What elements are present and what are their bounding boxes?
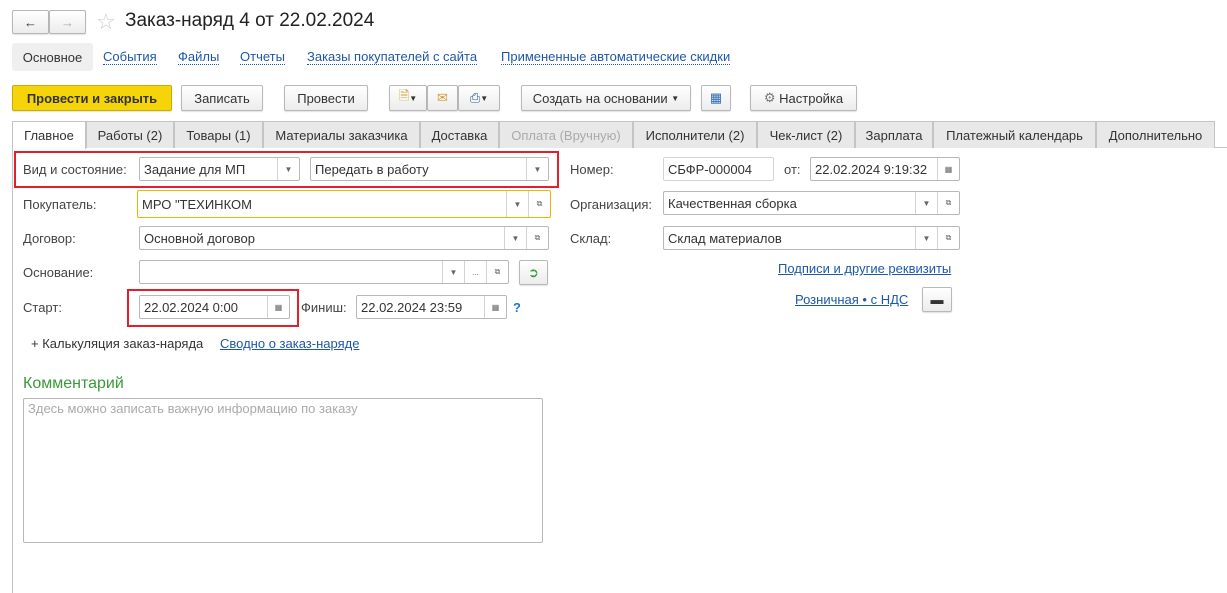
open-icon[interactable]: ⧉ bbox=[526, 227, 548, 249]
left-border bbox=[12, 148, 13, 593]
print-button[interactable]: ⎙ ▼ bbox=[458, 85, 500, 111]
finish-field[interactable]: 22.02.2024 23:59 ▦ bbox=[356, 295, 507, 319]
fill-icon: ➲ bbox=[528, 264, 539, 280]
price-settings-button[interactable]: ▬ bbox=[922, 287, 952, 312]
nav-files[interactable]: Файлы bbox=[178, 49, 220, 65]
dropdown-icon[interactable]: ▼ bbox=[915, 192, 937, 214]
buyer-label: Покупатель: bbox=[23, 197, 97, 212]
page-title: Заказ-наряд 4 от 22.02.2024 bbox=[125, 10, 375, 31]
price-type-link[interactable]: Розничная • с НДС bbox=[795, 292, 908, 307]
gear-icon: ⚙ bbox=[763, 90, 776, 105]
number-field[interactable]: СБФР-000004 bbox=[663, 157, 774, 181]
document-menu-button[interactable]: 🗎 ▼ bbox=[389, 85, 427, 111]
tab-goods[interactable]: Товары (1) bbox=[174, 121, 263, 148]
warehouse-field[interactable]: Склад материалов ▼ ⧉ bbox=[663, 226, 960, 250]
nav-main[interactable]: Основное bbox=[12, 43, 93, 71]
printer-icon: ⎙ bbox=[469, 90, 481, 105]
tab-main[interactable]: Главное bbox=[12, 121, 86, 149]
date-field[interactable]: 22.02.2024 9:19:32 ▦ bbox=[810, 157, 960, 181]
tab-executors[interactable]: Исполнители (2) bbox=[633, 121, 757, 148]
buyer-field[interactable]: МРО "ТЕХИНКОМ ▼ ⧉ bbox=[137, 190, 551, 218]
tab-payment-calendar[interactable]: Платежный календарь bbox=[933, 121, 1096, 148]
comment-title: Комментарий bbox=[23, 375, 124, 392]
start-label: Старт: bbox=[23, 300, 62, 315]
dropdown-icon[interactable]: ▼ bbox=[506, 191, 528, 217]
basis-field[interactable]: ▼... ⧉ bbox=[139, 260, 509, 284]
tab-additional[interactable]: Дополнительно bbox=[1096, 121, 1215, 148]
document-icon: 🗎 bbox=[398, 88, 410, 103]
save-button[interactable]: Записать bbox=[181, 85, 263, 111]
nav-reports[interactable]: Отчеты bbox=[240, 49, 285, 65]
contract-field[interactable]: Основной договор ▼ ⧉ bbox=[139, 226, 549, 250]
open-icon[interactable]: ⧉ bbox=[528, 191, 550, 217]
calc-link[interactable]: + Калькуляция заказ-наряда bbox=[31, 336, 203, 351]
org-field[interactable]: Качественная сборка ▼ ⧉ bbox=[663, 191, 960, 215]
nav-events[interactable]: События bbox=[103, 49, 157, 65]
tab-checklist[interactable]: Чек-лист (2) bbox=[757, 121, 855, 148]
calendar-icon[interactable]: ▦ bbox=[937, 158, 959, 180]
dropdown-icon[interactable]: ▼ bbox=[442, 261, 464, 283]
contract-label: Договор: bbox=[23, 231, 76, 246]
signatures-link[interactable]: Подписи и другие реквизиты bbox=[778, 261, 951, 276]
open-icon[interactable]: ⧉ bbox=[937, 227, 959, 249]
from-label: от: bbox=[784, 162, 801, 177]
highlight-start bbox=[127, 289, 299, 327]
card-icon: ▬ bbox=[930, 292, 944, 307]
fill-basis-button[interactable]: ➲ bbox=[519, 260, 548, 285]
tab-works[interactable]: Работы (2) bbox=[86, 121, 174, 148]
help-icon[interactable]: ? bbox=[513, 300, 521, 315]
dropdown-icon[interactable]: ▼ bbox=[504, 227, 526, 249]
summary-link[interactable]: Сводно о заказ-наряде bbox=[220, 336, 359, 351]
finish-label: Финиш: bbox=[301, 300, 347, 315]
envelope-icon: ✉ bbox=[437, 90, 448, 105]
dropdown-icon[interactable]: ▼ bbox=[915, 227, 937, 249]
basis-label: Основание: bbox=[23, 265, 94, 280]
warehouse-label: Склад: bbox=[570, 231, 612, 246]
number-label: Номер: bbox=[570, 162, 614, 177]
back-button[interactable]: ← bbox=[12, 10, 49, 34]
post-button[interactable]: Провести bbox=[284, 85, 368, 111]
tab-customer-materials[interactable]: Материалы заказчика bbox=[263, 121, 420, 148]
highlight-kind bbox=[14, 151, 559, 188]
favorite-star-icon[interactable]: ☆ bbox=[96, 9, 116, 35]
create-based-on-button[interactable]: Создать на основании ▼ bbox=[521, 85, 691, 111]
select-icon[interactable]: ... bbox=[464, 261, 486, 283]
open-icon[interactable]: ⧉ bbox=[937, 192, 959, 214]
nav-site-orders[interactable]: Заказы покупателей с сайта bbox=[307, 49, 478, 65]
forward-button[interactable]: → bbox=[49, 10, 86, 34]
post-and-close-button[interactable]: Провести и закрыть bbox=[12, 85, 172, 111]
open-icon[interactable]: ⧉ bbox=[486, 261, 508, 283]
nav-discounts[interactable]: Примененные автоматические скидки bbox=[501, 49, 731, 65]
tab-delivery[interactable]: Доставка bbox=[420, 121, 499, 148]
hierarchy-icon: ▦ bbox=[709, 90, 723, 105]
org-label: Организация: bbox=[570, 197, 653, 212]
tab-salary[interactable]: Зарплата bbox=[855, 121, 933, 148]
email-button[interactable]: ✉ bbox=[427, 85, 458, 111]
tab-payment[interactable]: Оплата (Вручную) bbox=[499, 121, 633, 148]
comment-textarea[interactable]: Здесь можно записать важную информацию п… bbox=[23, 398, 543, 543]
structure-button[interactable]: ▦ bbox=[701, 85, 731, 111]
settings-button[interactable]: ⚙ Настройка bbox=[750, 85, 857, 111]
calendar-icon[interactable]: ▦ bbox=[484, 296, 506, 318]
